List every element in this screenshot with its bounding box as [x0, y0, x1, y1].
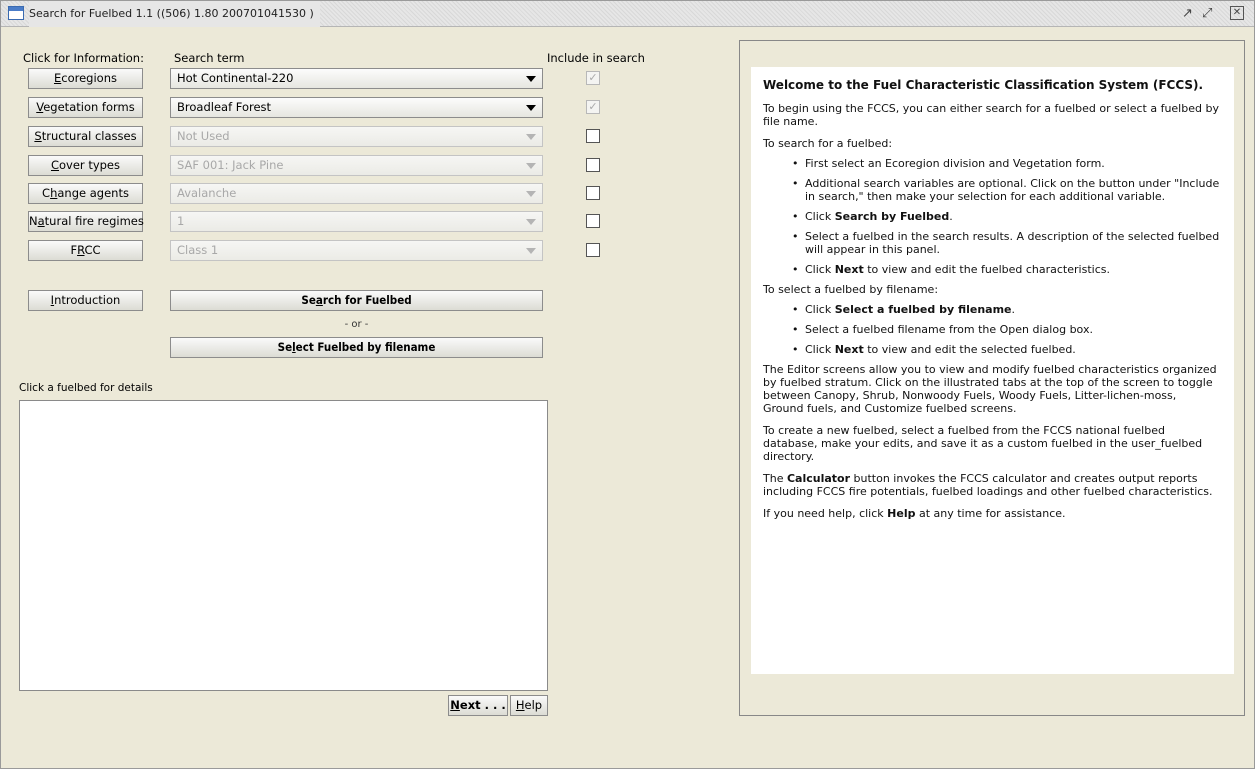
- list-item: First select an Ecoregion division and V…: [763, 157, 1220, 170]
- list-item: Select a fuelbed filename from the Open …: [763, 323, 1220, 336]
- chevron-down-icon: [526, 248, 536, 254]
- ecoregions-button[interactable]: Ecoregions: [28, 68, 143, 89]
- title-bar[interactable]: Search for Fuelbed 1.1 ((506) 1.80 20070…: [1, 1, 1254, 27]
- include-natural-fire-regime-checkbox[interactable]: [586, 214, 600, 228]
- include-change-agent-checkbox[interactable]: [586, 186, 600, 200]
- chevron-down-icon: [526, 105, 536, 111]
- list-item: Click Search by Fuelbed.: [763, 210, 1220, 223]
- introduction-button[interactable]: Introduction: [28, 290, 143, 311]
- structural-classes-button[interactable]: Structural classes: [28, 126, 143, 147]
- include-cover-type-checkbox[interactable]: [586, 158, 600, 172]
- or-separator: - or -: [344, 319, 369, 330]
- next-button[interactable]: Next . . .: [448, 695, 508, 716]
- chevron-down-icon: [526, 191, 536, 197]
- natural-fire-regimes-button[interactable]: Natural fire regimes: [28, 211, 144, 232]
- include-in-search-label: Include in search: [547, 51, 645, 65]
- editor-text: The Editor screens allow you to view and…: [763, 363, 1217, 415]
- include-vegetation-form-checkbox[interactable]: ✓: [586, 100, 600, 114]
- close-icon[interactable]: ✕: [1230, 6, 1244, 20]
- restore-icon[interactable]: ↗: [1182, 6, 1198, 21]
- chevron-down-icon: [526, 134, 536, 140]
- frcc-select[interactable]: Class 1: [170, 240, 543, 261]
- include-structural-class-checkbox[interactable]: [586, 129, 600, 143]
- change-agents-button[interactable]: Change agents: [28, 183, 143, 204]
- help-text: If you need help, click Help at any time…: [763, 507, 1066, 520]
- change-agent-select[interactable]: Avalanche: [170, 183, 543, 204]
- vegetation-form-select[interactable]: Broadleaf Forest: [170, 97, 543, 118]
- frcc-button[interactable]: FRCC: [28, 240, 143, 261]
- fuelbed-results-list[interactable]: [19, 400, 548, 691]
- structural-class-select[interactable]: Not Used: [170, 126, 543, 147]
- vegetation-forms-button[interactable]: Vegetation forms: [28, 97, 143, 118]
- window-icon: [8, 6, 24, 20]
- list-item: Click Select a fuelbed by filename.: [763, 303, 1220, 316]
- cover-type-select[interactable]: SAF 001: Jack Pine: [170, 155, 543, 176]
- include-ecoregion-checkbox[interactable]: ✓: [586, 71, 600, 85]
- maximize-icon[interactable]: ⤢: [1202, 6, 1218, 21]
- chevron-down-icon: [526, 163, 536, 169]
- search-for-fuelbed-button[interactable]: Search for Fuelbed: [170, 290, 543, 311]
- search-heading: To search for a fuelbed:: [763, 137, 893, 150]
- select-fuelbed-by-filename-button[interactable]: Select Fuelbed by filename: [170, 337, 543, 358]
- select-heading: To select a fuelbed by filename:: [763, 283, 939, 296]
- ecoregion-select[interactable]: Hot Continental-220: [170, 68, 543, 89]
- search-for-fuelbed-window: Search for Fuelbed 1.1 ((506) 1.80 20070…: [0, 0, 1255, 769]
- natural-fire-regime-select[interactable]: 1: [170, 211, 543, 232]
- chevron-down-icon: [526, 219, 536, 225]
- calculator-text: The Calculator button invokes the FCCS c…: [763, 472, 1213, 498]
- welcome-heading: Welcome to the Fuel Characteristic Class…: [763, 78, 1204, 92]
- search-term-label: Search term: [174, 51, 245, 65]
- chevron-down-icon: [526, 76, 536, 82]
- search-steps-list: First select an Ecoregion division and V…: [763, 157, 1220, 276]
- cover-types-button[interactable]: Cover types: [28, 155, 143, 176]
- window-title: Search for Fuelbed 1.1 ((506) 1.80 20070…: [29, 1, 320, 27]
- list-item: Click Next to view and edit the selected…: [763, 343, 1220, 356]
- select-steps-list: Click Select a fuelbed by filename. Sele…: [763, 303, 1220, 356]
- info-panel: Welcome to the Fuel Characteristic Class…: [751, 67, 1234, 674]
- results-label: Click a fuelbed for details: [19, 382, 153, 394]
- help-button[interactable]: Help: [510, 695, 548, 716]
- create-text: To create a new fuelbed, select a fuelbe…: [763, 424, 1203, 463]
- list-item: Click Next to view and edit the fuelbed …: [763, 263, 1220, 276]
- list-item: Additional search variables are optional…: [763, 177, 1220, 203]
- intro-text: To begin using the FCCS, you can either …: [763, 102, 1219, 128]
- list-item: Select a fuelbed in the search results. …: [763, 230, 1220, 256]
- click-for-information-label: Click for Information:: [23, 51, 144, 65]
- include-frcc-checkbox[interactable]: [586, 243, 600, 257]
